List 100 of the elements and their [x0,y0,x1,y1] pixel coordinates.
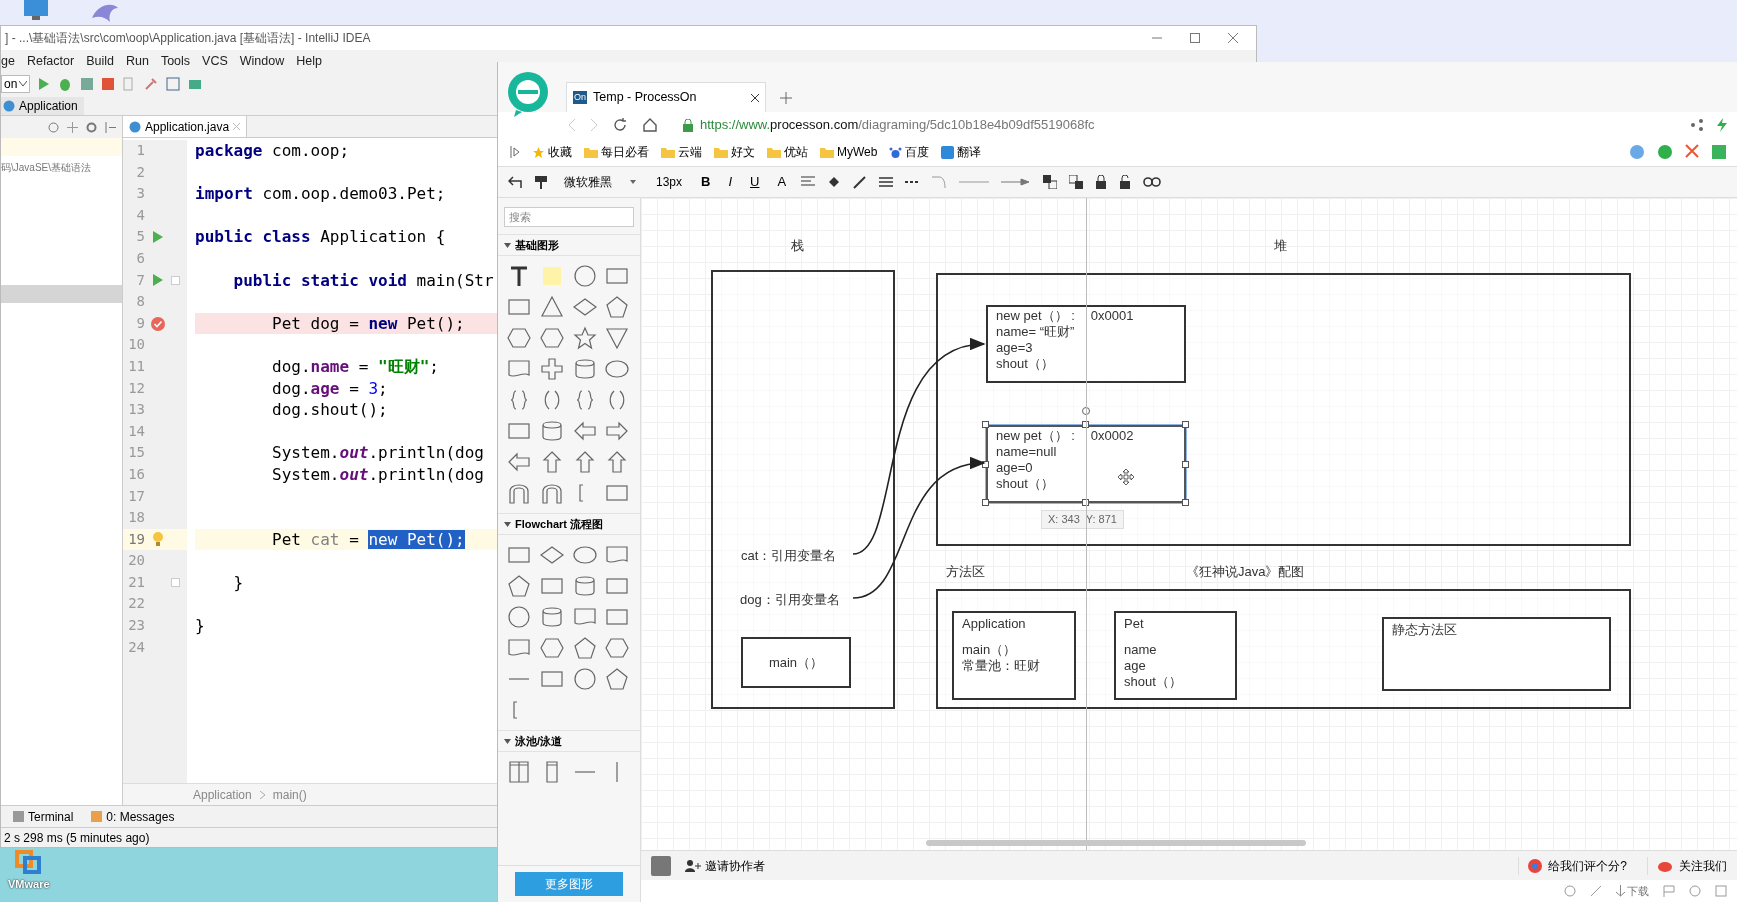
menu-item[interactable]: Build [86,51,114,71]
invite-button[interactable]: 邀请协作者 [685,856,765,875]
resize-handle[interactable] [982,461,989,468]
bookmark[interactable]: MyWeb [820,143,878,161]
format-toggle[interactable]: I [725,172,736,192]
menu-item[interactable]: Tools [160,51,191,71]
run-icon[interactable] [152,273,164,288]
shape-icon[interactable] [604,295,631,319]
vm-app-icon[interactable] [14,850,43,876]
menu-item[interactable]: Help [296,51,322,71]
resize-handle[interactable] [1182,421,1189,428]
pen-icon[interactable] [853,175,868,189]
lightning-icon[interactable] [1717,118,1727,132]
shape-icon[interactable] [604,667,631,691]
wrench-icon[interactable] [144,77,159,91]
bookmark[interactable]: 好文 [714,143,755,161]
shape-icon[interactable] [506,574,532,598]
tool-window-tab[interactable]: 0: Messages [91,807,175,826]
menu-item[interactable]: Run [125,51,149,71]
shape-icon[interactable] [571,264,598,288]
bring-front-icon[interactable] [1043,175,1058,189]
arrow-style-icon[interactable] [1001,178,1032,186]
avatar[interactable] [651,855,671,876]
code-line: import com.oop.demo03.Pet; [195,183,446,205]
cleanup-icon[interactable] [1590,885,1602,897]
maximize-icon[interactable] [1190,33,1200,43]
section-header[interactable]: 基础图形 [498,234,640,256]
send-back-icon[interactable] [1069,175,1084,189]
class-title: Pet [1124,615,1144,633]
share-icon[interactable] [1691,119,1703,131]
bookmark[interactable]: 收藏 [532,143,572,161]
reload-icon[interactable] [612,117,628,133]
project-path[interactable]: 码\JavaSE\基础语法 [1,160,122,175]
section-header[interactable]: Flowchart 流程图 [498,513,640,535]
navigation-crumb[interactable]: Application [1,96,84,115]
bookmark[interactable]: 每日必看 [584,143,649,161]
menu-item[interactable]: Refactor [26,51,75,71]
section-header[interactable]: 泳池/泳道 [498,730,640,752]
download-button[interactable]: 下载 [1616,882,1649,900]
flag-icon[interactable] [1663,885,1675,897]
shape-icon[interactable] [506,605,532,629]
hide-panel-icon[interactable] [105,121,116,133]
home-icon[interactable] [642,117,658,133]
status-text: 2 s 298 ms (5 minutes ago) [4,829,150,847]
run-config-dropdown[interactable]: on [1,75,31,93]
lightbulb-icon[interactable] [152,531,164,548]
gear-icon[interactable] [86,121,97,133]
resize-handle[interactable] [982,499,989,506]
search-field[interactable]: 搜索 [504,207,634,227]
resize-handle[interactable] [1182,461,1189,468]
align-icon[interactable] [801,176,816,188]
collapse-icon[interactable] [67,121,78,133]
scissors-icon[interactable] [1685,144,1699,158]
resize-handle[interactable] [1182,499,1189,506]
format-toggle[interactable]: A [774,172,790,192]
format-painter-icon[interactable] [534,175,548,189]
resize-handle[interactable] [982,421,989,428]
bookmark[interactable]: 优站 [767,143,808,161]
menu-item[interactable]: Window [239,51,285,71]
window-icon[interactable] [1715,885,1727,897]
tool-window-tab[interactable]: Terminal [13,807,74,826]
link-icon[interactable] [1143,177,1162,187]
run-icon[interactable] [152,230,164,245]
code-line: } [195,615,205,637]
font-size-select[interactable]: 13px [652,173,687,191]
unlock-icon[interactable] [1119,175,1132,189]
shape-icon[interactable] [571,326,598,350]
code-line: System.out.println(dog [271,463,484,486]
round-app-icon[interactable] [1657,144,1673,160]
bookmark[interactable]: 翻译 [941,143,982,161]
breakpoint-icon[interactable] [150,315,166,332]
line-number: 17 [127,486,145,506]
line-weight-icon[interactable] [879,176,894,188]
menu-item[interactable]: ge [1,51,15,71]
shape-icon[interactable] [506,450,532,474]
stop-icon[interactable] [102,78,115,90]
bookmark[interactable]: 百度 [889,143,930,161]
run-icon[interactable] [38,77,51,91]
shape-icon[interactable] [571,636,598,660]
horizontal-scrollbar[interactable] [926,840,1306,846]
undo-icon[interactable] [508,176,522,188]
object-box[interactable]: new pet（） : 0x0001 name= “旺财” age=3 shout（） [986,305,1186,383]
computer-icon[interactable] [22,0,50,22]
format-toggle[interactable]: B [698,172,714,192]
new-tab-icon[interactable] [780,92,792,104]
menu-item[interactable]: VCS [202,51,228,71]
address-bar[interactable]: https://www.processon.com/diagraming/5dc10b18e4b09df5519068fc [682,115,1677,135]
rate-button[interactable]: 给我们评个分? [1518,856,1627,875]
caret-icon [19,81,28,87]
target-icon[interactable] [48,121,59,133]
shape-icon[interactable] [571,667,598,691]
format-toggle[interactable]: U [747,172,763,192]
close-icon[interactable] [751,93,759,102]
font-family-select[interactable]: 微软雅黑 [560,173,640,191]
lock-icon[interactable] [1095,175,1108,189]
editor-tab[interactable]: Application.java [123,116,248,137]
browser-tab[interactable]: On Temp - ProcessOn [566,82,766,112]
follow-button[interactable]: 关注我们 [1647,856,1727,875]
sidebar-toggle-icon[interactable] [510,146,520,158]
bookmark[interactable]: 云端 [661,143,702,161]
